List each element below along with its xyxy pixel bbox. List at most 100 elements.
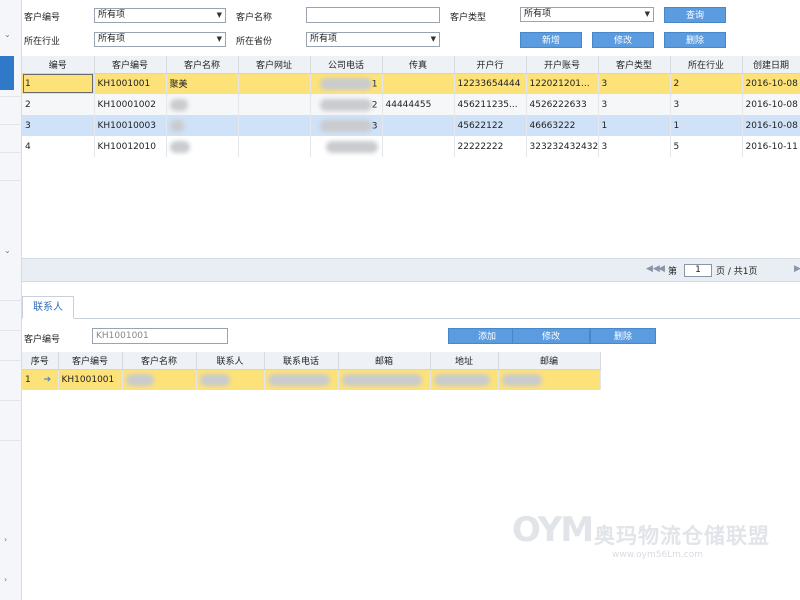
cell-fax[interactable]	[382, 115, 455, 136]
province-select[interactable]: 所有项 ▼	[306, 32, 440, 47]
table-row[interactable]: 3 KH10010003 3 45622122 46663222 1 1 201…	[22, 115, 800, 136]
cell-name[interactable]	[166, 94, 239, 115]
cell-type[interactable]: 3	[598, 94, 671, 115]
cell-account[interactable]: 122021201...	[526, 73, 599, 94]
column-header[interactable]: 创建日期	[742, 56, 800, 74]
column-header[interactable]: 客户名称	[122, 352, 197, 370]
cell-name[interactable]	[166, 136, 239, 157]
cell-code[interactable]: KH1001001	[58, 369, 123, 390]
column-header[interactable]: 客户编号	[58, 352, 123, 370]
query-button[interactable]: 查询	[664, 7, 726, 23]
cell-type[interactable]: 3	[598, 136, 671, 157]
cell-code[interactable]: KH10010003	[94, 115, 167, 136]
cell-no[interactable]: 1 ➔	[22, 369, 59, 390]
cell-fax[interactable]: 44444455	[382, 94, 455, 115]
cell-website[interactable]	[238, 94, 311, 115]
cell-zip[interactable]	[498, 369, 601, 390]
cell-phone[interactable]	[310, 136, 383, 157]
cell-contact[interactable]	[196, 369, 265, 390]
cell-code[interactable]: KH10012010	[94, 136, 167, 157]
cell-name[interactable]	[166, 115, 239, 136]
column-header[interactable]: 邮编	[498, 352, 601, 370]
cell-date[interactable]: 2016-10-08	[742, 73, 800, 94]
column-header[interactable]: 邮箱	[338, 352, 431, 370]
cell-industry[interactable]: 1	[670, 115, 743, 136]
column-header[interactable]: 序号	[22, 352, 59, 370]
cell-no[interactable]: 3	[22, 115, 95, 136]
table-row[interactable]: 1 ➔ KH1001001	[22, 369, 601, 390]
tab-contacts[interactable]: 联系人	[22, 296, 74, 319]
chevron-right-icon[interactable]: ›	[4, 535, 7, 544]
cell-bank[interactable]: 12233654444	[454, 73, 527, 94]
cell-website[interactable]	[238, 73, 311, 94]
column-header[interactable]: 传真	[382, 56, 455, 74]
column-header[interactable]: 开户账号	[526, 56, 599, 74]
column-header[interactable]: 客户类型	[598, 56, 671, 74]
cell-type[interactable]: 3	[598, 73, 671, 94]
edit-contact-button[interactable]: 修改	[512, 328, 590, 344]
cell-code[interactable]: KH10001002	[94, 94, 167, 115]
customer-name-label: 客户名称	[236, 13, 273, 23]
cell-date[interactable]: 2016-10-08	[742, 94, 800, 115]
column-header[interactable]: 开户行	[454, 56, 527, 74]
cell-no-text: 1	[25, 374, 31, 385]
table-row[interactable]: 2 KH10001002 2 44444455 456211235... 452…	[22, 94, 800, 115]
customer-code-select[interactable]: 所有项 ▼	[94, 8, 226, 23]
cell-account[interactable]: 323232432432	[526, 136, 599, 157]
cell-date[interactable]: 2016-10-08	[742, 115, 800, 136]
prev-page-icon[interactable]: ◀	[658, 264, 665, 274]
cell-address[interactable]	[430, 369, 499, 390]
cell-website[interactable]	[238, 136, 311, 157]
cell-account[interactable]: 4526222633	[526, 94, 599, 115]
edit-button[interactable]: 修改	[592, 32, 654, 48]
column-header[interactable]: 客户网址	[238, 56, 311, 74]
cell-email[interactable]	[338, 369, 431, 390]
column-header[interactable]: 客户名称	[166, 56, 239, 74]
delete-contact-button[interactable]: 删除	[590, 328, 656, 344]
cell-date[interactable]: 2016-10-11	[742, 136, 800, 157]
cell-type[interactable]: 1	[598, 115, 671, 136]
cell-bank[interactable]: 45622122	[454, 115, 527, 136]
industry-select[interactable]: 所有项 ▼	[94, 32, 226, 47]
column-header[interactable]: 公司电话	[310, 56, 383, 74]
cell-bank[interactable]: 456211235...	[454, 94, 527, 115]
cell-name[interactable]: 聚美	[166, 73, 239, 94]
cell-no[interactable]: 2	[22, 94, 95, 115]
cell-code[interactable]: KH1001001	[94, 73, 167, 94]
column-header[interactable]: 联系人	[196, 352, 265, 370]
table-row[interactable]: 4 KH10012010 22222222 323232432432 3 5 2…	[22, 136, 800, 157]
column-header[interactable]: 地址	[430, 352, 499, 370]
cell-website[interactable]	[238, 115, 311, 136]
watermark: OYM 奥玛物流仓储联盟 www.oym56Lm.com	[512, 510, 800, 570]
cell-fax[interactable]	[382, 136, 455, 157]
cell-no[interactable]: 4	[22, 136, 95, 157]
cell-industry[interactable]: 3	[670, 94, 743, 115]
page-number-input[interactable]: 1	[684, 264, 712, 277]
contact-customer-code-field[interactable]: KH1001001	[92, 328, 228, 344]
column-header[interactable]: 编号	[22, 56, 95, 74]
column-header[interactable]: 联系电话	[264, 352, 339, 370]
add-button[interactable]: 新增	[520, 32, 582, 48]
customer-name-input[interactable]	[306, 7, 440, 23]
cell-phone[interactable]	[264, 369, 339, 390]
cell-account[interactable]: 46663222	[526, 115, 599, 136]
customer-type-select[interactable]: 所有项 ▼	[520, 7, 654, 22]
cell-phone[interactable]: 1	[310, 73, 383, 94]
next-page-icon[interactable]: ▶	[794, 264, 800, 274]
cell-industry[interactable]: 2	[670, 73, 743, 94]
side-nav-selected-item[interactable]	[0, 56, 14, 90]
delete-button[interactable]: 删除	[664, 32, 726, 48]
chevron-right-icon[interactable]: ›	[4, 575, 7, 584]
cell-name[interactable]	[122, 369, 197, 390]
table-row[interactable]: 1 KH1001001 聚美 1 12233654444 122021201..…	[22, 73, 800, 94]
column-header[interactable]: 所在行业	[670, 56, 743, 74]
cell-phone[interactable]: 2	[310, 94, 383, 115]
column-header[interactable]: 客户编号	[94, 56, 167, 74]
cell-fax[interactable]	[382, 73, 455, 94]
chevron-down-icon[interactable]: ⌄	[4, 30, 11, 39]
cell-bank[interactable]: 22222222	[454, 136, 527, 157]
cell-no[interactable]: 1	[22, 73, 95, 94]
chevron-down-icon[interactable]: ⌄	[4, 246, 11, 255]
cell-industry[interactable]: 5	[670, 136, 743, 157]
cell-phone[interactable]: 3	[310, 115, 383, 136]
